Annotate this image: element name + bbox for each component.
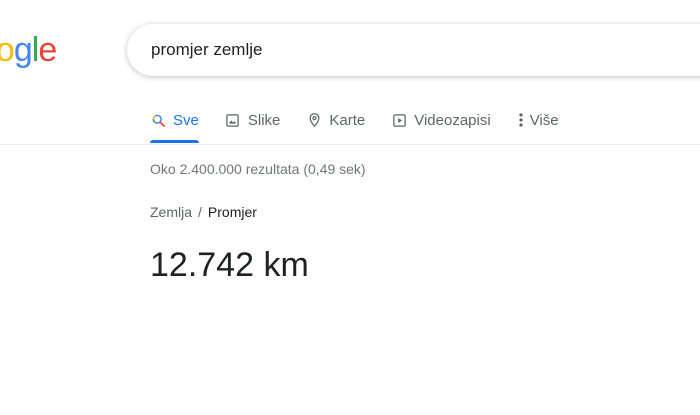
tab-label: Karte bbox=[329, 111, 366, 129]
search-input[interactable] bbox=[151, 24, 691, 76]
tab-label: Više bbox=[529, 111, 559, 129]
tab-maps[interactable]: Karte bbox=[306, 100, 365, 140]
google-logo[interactable]: oogle bbox=[0, 30, 57, 70]
more-vert-icon bbox=[517, 112, 525, 128]
breadcrumb-separator: / bbox=[198, 204, 202, 220]
play-icon bbox=[391, 112, 407, 128]
search-tabs: Sve Slike Karte Videozapisi Više bbox=[150, 100, 585, 144]
tab-label: Videozapisi bbox=[414, 111, 491, 129]
logo-letter: o bbox=[0, 31, 15, 69]
tab-more[interactable]: Više bbox=[517, 100, 559, 140]
logo-letter: e bbox=[38, 31, 57, 69]
tab-images[interactable]: Slike bbox=[225, 100, 281, 140]
logo-letter: g bbox=[13, 31, 33, 69]
breadcrumb-current: Promjer bbox=[207, 204, 257, 220]
tab-label: Sve bbox=[173, 111, 199, 129]
answer-value: 12.742 km bbox=[150, 246, 309, 284]
breadcrumb-parent[interactable]: Zemlja bbox=[150, 204, 192, 220]
result-stats: Oko 2.400.000 rezultata (0,49 sek) bbox=[150, 161, 366, 177]
map-pin-icon bbox=[306, 112, 322, 128]
search-results-page: oogle Sve Slike bbox=[0, 0, 700, 415]
tab-all[interactable]: Sve bbox=[150, 100, 199, 143]
search-box[interactable] bbox=[127, 24, 700, 76]
tab-label: Slike bbox=[247, 111, 281, 129]
tab-videos[interactable]: Videozapisi bbox=[391, 100, 491, 140]
tabs-divider bbox=[0, 144, 700, 145]
breadcrumb: Zemlja / Promjer bbox=[150, 204, 257, 220]
image-icon bbox=[225, 112, 241, 128]
search-icon bbox=[150, 112, 166, 128]
